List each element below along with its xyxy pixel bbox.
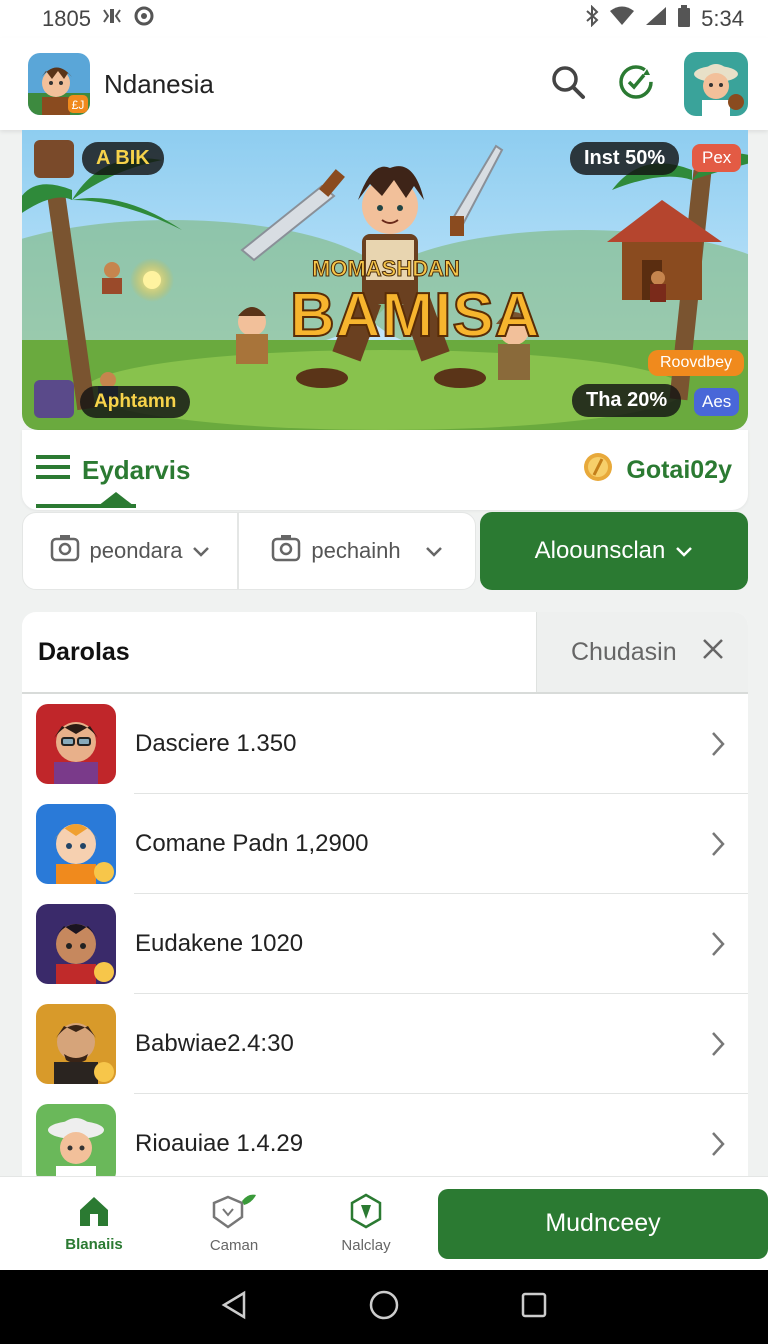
chevron-right-icon: [688, 831, 748, 857]
list-item-label: Eudakene 1020: [135, 930, 304, 957]
list-item[interactable]: Babwiae2.4:30: [22, 994, 748, 1094]
list-item-thumbnail: [36, 904, 116, 984]
status-bar: 1805 5:34: [0, 0, 768, 38]
list-item[interactable]: Dasciere 1.350: [22, 694, 748, 794]
banner-bottom-right-orange-tag: Roovdbey: [648, 350, 745, 376]
nav-item-caman-label: Caman: [209, 1237, 259, 1254]
home-circle-icon[interactable]: [368, 1289, 400, 1326]
bottom-nav: Blanaiis Caman Nalclay Mudnceey: [0, 1176, 768, 1270]
coin-balance[interactable]: Gotai02y: [582, 451, 732, 490]
banner-subtitle: MOMASHDAN: [312, 256, 461, 282]
list-item[interactable]: Comane Padn 1,2900: [22, 794, 748, 894]
banner-top-right-pill: Inst 50%: [570, 142, 680, 175]
list-item[interactable]: Eudakene 1020: [22, 894, 748, 994]
nav-item-nalclay-label: Nalclay: [341, 1237, 391, 1254]
app-logo-badge-text: £J: [72, 98, 85, 112]
home-icon: [77, 1194, 111, 1232]
status-time-left: 1805: [42, 6, 91, 31]
search-button[interactable]: [548, 64, 588, 104]
coin-label: Gotai02y: [626, 455, 732, 484]
banner-bottom-left-pill: Aphtamn: [80, 386, 191, 418]
filter-dropdown-1[interactable]: peondara: [22, 512, 238, 590]
nav-item-home-label: Blanaiis: [65, 1236, 123, 1253]
list-item-label: Comane Padn 1,2900: [135, 830, 369, 857]
coin-icon: [582, 451, 614, 490]
tab-active[interactable]: Eydarvis: [36, 430, 190, 510]
chevron-right-icon: [688, 931, 748, 957]
banner-top-right-tag: Pex: [692, 144, 742, 172]
menu-icon: [36, 452, 70, 489]
list-title: Darolas: [38, 637, 130, 666]
chevron-right-icon: [688, 1031, 748, 1057]
camera-icon: [271, 534, 301, 568]
chevron-down-icon: [675, 537, 693, 565]
nav-item-nalclay[interactable]: Nalclay: [304, 1193, 428, 1254]
vibrate-icon: [101, 6, 123, 32]
app-logo[interactable]: £J: [28, 53, 90, 115]
list-card: Darolas Chudasin Dasciere 1.350 Comane P…: [22, 612, 748, 1176]
camera-icon: [50, 534, 80, 568]
bluetooth-icon: [585, 4, 599, 33]
recents-icon[interactable]: [520, 1291, 548, 1324]
tabs-card: Eydarvis Gotai02y: [22, 430, 748, 510]
bottom-cta-button[interactable]: Mudnceey: [438, 1188, 768, 1259]
tab-indicator: [98, 492, 134, 506]
refresh-button[interactable]: [616, 64, 656, 104]
hexagon-icon: [349, 1193, 383, 1233]
system-nav-bar: [0, 1270, 768, 1344]
notification-icon: [133, 5, 155, 33]
banner-bottom-right-blue-tag: Aes: [694, 388, 740, 416]
list-item-thumbnail: [36, 704, 116, 784]
filter-dropdown-1-label: peondara: [89, 538, 183, 563]
banner-bottom-right-value: 20%: [627, 389, 668, 411]
battery-icon: [677, 5, 691, 33]
list-item-thumbnail: [36, 1004, 116, 1084]
banner-top-right-label: Inst: [584, 147, 620, 169]
app-title: Ndanesia: [104, 68, 214, 99]
banner-bottom-right-pill: Tha 20%: [572, 384, 682, 417]
chevron-down-icon: [192, 538, 210, 564]
banner-bottom-right-label: Tha: [586, 389, 622, 411]
search-icon: [550, 64, 586, 105]
filter-bar: peondara pechainh Aloounsclan: [22, 512, 748, 590]
list-item[interactable]: Rioauiae 1.4.29: [22, 1094, 748, 1176]
chevron-down-icon: [425, 538, 443, 564]
profile-avatar[interactable]: [684, 52, 748, 116]
clear-button[interactable]: Chudasin: [536, 612, 748, 692]
promo-banner[interactable]: A BIK Inst 50% Pex MOMASHDAN BAMISA Apht…: [22, 130, 748, 430]
refresh-icon: [617, 63, 655, 106]
banner-title: BAMISA: [289, 280, 541, 351]
wifi-icon: [609, 6, 635, 32]
close-icon: [702, 638, 724, 667]
chevron-right-icon: [688, 731, 748, 757]
filter-dropdown-2[interactable]: pechainh: [238, 512, 476, 590]
chevron-right-icon: [688, 1131, 748, 1157]
signal-icon: [645, 6, 667, 32]
filter-dropdown-primary-label: Aloounsclan: [534, 537, 666, 564]
shield-leaf-icon: [212, 1193, 256, 1233]
tab-active-label: Eydarvis: [82, 454, 191, 485]
back-icon[interactable]: [220, 1290, 248, 1325]
nav-item-caman[interactable]: Caman: [164, 1193, 304, 1254]
filter-dropdown-primary[interactable]: Aloounsclan: [480, 512, 748, 590]
list-item-label: Babwiae2.4:30: [135, 1030, 294, 1057]
list-item-thumbnail: [36, 1104, 116, 1176]
banner-top-left-pill: A BIK: [82, 142, 164, 175]
list-item-label: Dasciere 1.350: [135, 730, 297, 757]
app-bar: £J Ndanesia: [0, 38, 768, 130]
clear-button-label: Chudasin: [571, 637, 677, 666]
nav-item-home[interactable]: Blanaiis: [24, 1194, 164, 1253]
list-header: Darolas Chudasin: [22, 612, 748, 694]
list-item-label: Rioauiae 1.4.29: [135, 1130, 304, 1157]
list-item-thumbnail: [36, 804, 116, 884]
status-time-right: 5:34: [701, 6, 744, 31]
filter-dropdown-2-label: pechainh: [311, 538, 401, 563]
banner-top-right-value: 50%: [625, 147, 666, 169]
